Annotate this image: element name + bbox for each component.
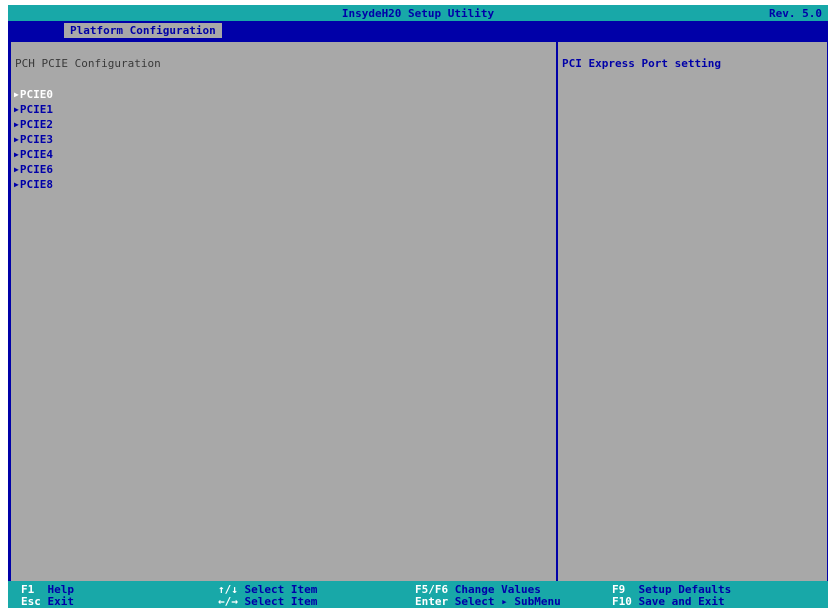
submenu-item-pcie1[interactable]: ▶ PCIE1 (14, 102, 53, 117)
submenu-item-label: PCIE0 (19, 88, 53, 101)
title-bar: InsydeH20 Setup Utility Rev. 5.0 (8, 5, 828, 21)
legend-label: Select Item (244, 595, 318, 608)
submenu-arrow-icon: ▶ (14, 180, 19, 189)
submenu-item-label: PCIE4 (19, 148, 53, 161)
bios-screen: InsydeH20 Setup Utility Rev. 5.0 Platfor… (8, 5, 828, 608)
submenu-item-label: PCIE3 (19, 133, 53, 146)
submenu-item-label: PCIE2 (19, 118, 53, 131)
submenu-arrow-icon: ▶ (14, 135, 19, 144)
submenu-arrow-icon: ▶ (14, 105, 19, 114)
tab-platform-configuration[interactable]: Platform Configuration (64, 23, 222, 38)
section-title: PCH PCIE Configuration (15, 57, 161, 70)
legend-key: Enter (415, 595, 449, 608)
legend-label: Exit (47, 595, 75, 608)
tab-bar: Platform Configuration (8, 21, 828, 39)
help-pane: PCI Express Port setting (556, 42, 829, 581)
submenu-item-label: PCIE1 (19, 103, 53, 116)
submenu-item-pcie8[interactable]: ▶ PCIE8 (14, 177, 53, 192)
legend-key: F10 (612, 595, 632, 608)
legend-label: Save and Exit (638, 595, 725, 608)
submenu-item-label: PCIE8 (19, 178, 53, 191)
legend-key: ←/→ (218, 595, 238, 608)
submenu-item-pcie4[interactable]: ▶ PCIE4 (14, 147, 53, 162)
legend-key: Esc (21, 595, 41, 608)
submenu-arrow-icon: ▶ (14, 150, 19, 159)
submenu-item-label: PCIE6 (19, 163, 53, 176)
help-text: PCI Express Port setting (562, 57, 721, 70)
legend-f10: F10 Save and Exit (612, 595, 725, 608)
submenu-arrow-icon: ▶ (14, 165, 19, 174)
submenu-item-pcie0[interactable]: ▶ PCIE0 (14, 87, 53, 102)
submenu-item-pcie3[interactable]: ▶ PCIE3 (14, 132, 53, 147)
main-panel: PCH PCIE Configuration ▶ PCIE0 ▶ PCIE1 ▶… (10, 41, 828, 582)
submenu-item-pcie6[interactable]: ▶ PCIE6 (14, 162, 53, 177)
settings-pane: PCH PCIE Configuration ▶ PCIE0 ▶ PCIE1 ▶… (11, 42, 555, 581)
legend-label: Select ▸ SubMenu (454, 595, 561, 608)
legend-enter: Enter Select ▸ SubMenu (415, 595, 561, 608)
legend-esc: Esc Exit (21, 595, 74, 608)
submenu-item-pcie2[interactable]: ▶ PCIE2 (14, 117, 53, 132)
submenu-list: ▶ PCIE0 ▶ PCIE1 ▶ PCIE2 ▶ PCIE3 ▶ PCIE4 … (14, 87, 53, 192)
submenu-arrow-icon: ▶ (14, 90, 19, 99)
utility-title: InsydeH20 Setup Utility (341, 7, 495, 20)
revision-label: Rev. 5.0 (769, 7, 822, 20)
legend-leftright: ←/→ Select Item (218, 595, 317, 608)
key-legend-bar: F1 Help Esc Exit ↑/↓ Select Item ←/→ Sel… (8, 581, 828, 608)
submenu-arrow-icon: ▶ (14, 120, 19, 129)
